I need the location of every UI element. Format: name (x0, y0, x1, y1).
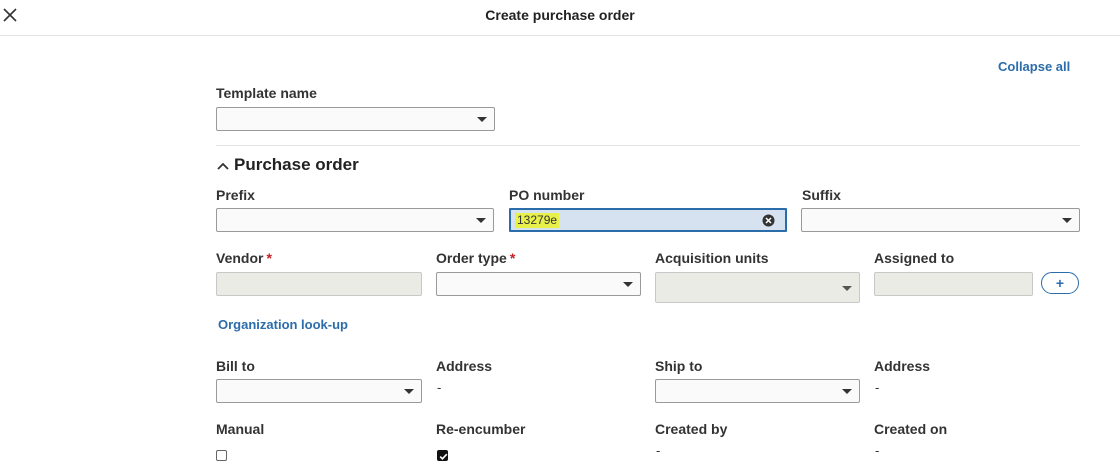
template-name-select[interactable] (216, 107, 495, 131)
organization-lookup-link[interactable]: Organization look-up (218, 317, 348, 332)
created-by-value: - (656, 443, 661, 458)
bill-to-select[interactable] (216, 379, 422, 403)
caret-down-icon (623, 282, 633, 287)
re-encumber-checkbox[interactable] (437, 450, 448, 461)
assigned-to-input[interactable] (874, 272, 1033, 296)
clear-circle-icon[interactable] (762, 214, 775, 227)
page-header: Create purchase order (0, 0, 1120, 36)
bill-to-address-label: Address (436, 358, 493, 374)
purchase-order-section-toggle[interactable]: Purchase order (216, 155, 359, 175)
caret-down-icon (1062, 218, 1072, 223)
order-type-select[interactable] (436, 272, 641, 296)
re-encumber-label: Re-encumber (436, 421, 526, 437)
section-divider (216, 145, 1080, 146)
prefix-label: Prefix (216, 187, 255, 203)
caret-down-icon (842, 389, 852, 394)
template-name-label: Template name (216, 85, 317, 101)
ship-to-address-label: Address (874, 358, 931, 374)
chevron-up-icon (217, 162, 229, 170)
po-number-value: 13279e (515, 213, 560, 228)
manual-checkbox[interactable] (216, 450, 227, 461)
bill-to-address-value: - (437, 380, 442, 395)
suffix-select[interactable] (801, 208, 1080, 232)
po-number-input[interactable]: 13279e (509, 208, 787, 232)
vendor-input[interactable] (216, 272, 422, 296)
acquisition-units-label: Acquisition units (655, 250, 769, 266)
prefix-select[interactable] (216, 208, 494, 232)
suffix-label: Suffix (802, 187, 841, 203)
required-mark: * (509, 250, 516, 266)
caret-down-icon (477, 117, 487, 122)
vendor-label-text: Vendor (216, 250, 264, 266)
manual-label: Manual (216, 421, 265, 437)
section-title-text: Purchase order (234, 155, 359, 174)
collapse-all-link[interactable]: Collapse all (998, 59, 1070, 74)
caret-down-icon (842, 286, 852, 291)
po-number-label: PO number (509, 187, 585, 203)
assign-user-button[interactable]: + (1041, 272, 1079, 294)
bill-to-label: Bill to (216, 358, 255, 374)
ship-to-label: Ship to (655, 358, 703, 374)
acquisition-units-select[interactable] (655, 272, 860, 303)
ship-to-select[interactable] (655, 379, 860, 403)
created-by-label: Created by (655, 421, 728, 437)
ship-to-address-value: - (875, 380, 880, 395)
caret-down-icon (404, 389, 414, 394)
vendor-label: Vendor * (216, 250, 272, 266)
created-on-label: Created on (874, 421, 948, 437)
page-title: Create purchase order (485, 7, 635, 23)
caret-down-icon (476, 218, 486, 223)
checkmark-icon (439, 453, 448, 460)
created-on-value: - (875, 443, 880, 458)
assigned-to-label: Assigned to (874, 250, 955, 266)
order-type-label-text: Order type (436, 250, 507, 266)
order-type-label: Order type * (436, 250, 515, 266)
required-mark: * (266, 250, 272, 266)
